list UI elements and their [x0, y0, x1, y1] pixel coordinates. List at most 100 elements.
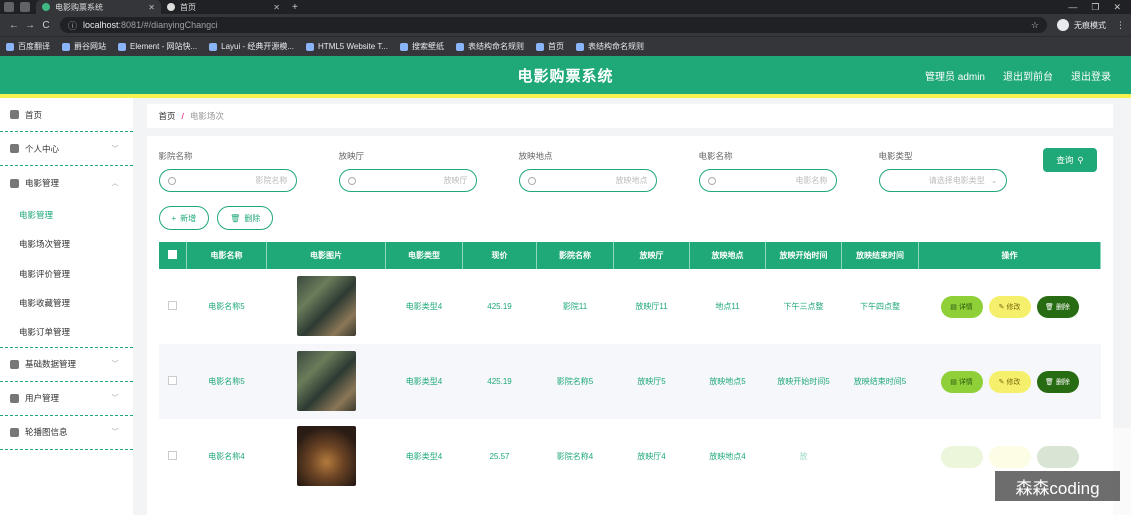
close-window-icon[interactable]: ✕	[1113, 2, 1121, 13]
movie-type-select[interactable]: 请选择电影类型 ⌄	[878, 169, 1007, 192]
sidebar-subitem-order[interactable]: 电影订单管理	[0, 318, 133, 348]
table-row: 电影名称5 电影类型4 425.19 影院11 放映厅11 地点11 下午三点整…	[159, 269, 1101, 344]
bookmarks-bar: 百度翻译 爵谷网站 Element - 网站快... Layui - 经典开源模…	[0, 36, 1131, 56]
cinema-name-input[interactable]: 影院名称	[158, 169, 297, 192]
filter-label: 放映厅	[338, 151, 365, 161]
hall-input[interactable]: 放映厅	[338, 169, 477, 192]
delete-button[interactable]: 🗑 删除	[1036, 295, 1079, 318]
user-icon	[10, 144, 19, 153]
sidebar-item-personal[interactable]: 个人中心 ﹀	[0, 132, 133, 166]
back-icon[interactable]: ←	[6, 20, 22, 31]
bookmark-item[interactable]: 搜索壁纸	[399, 41, 444, 52]
delete-button[interactable]: 🗑 删除	[1036, 370, 1079, 393]
row-checkbox[interactable]	[168, 376, 177, 385]
action-buttons: + 新增 🗑 删除	[158, 206, 1102, 230]
trash-icon: 🗑	[230, 213, 241, 223]
address-bar: ← → C ⓘ localhost:8081/#/dianyingChangci…	[0, 14, 1131, 36]
sidebar-subitem-movie[interactable]: 电影管理	[0, 200, 133, 230]
cell-place: 放映地点5	[689, 344, 766, 419]
tab-list-icon[interactable]	[20, 2, 30, 12]
detail-button[interactable]: ▤ 详情	[940, 295, 983, 318]
users-icon	[10, 393, 19, 403]
detail-label: 详情	[958, 303, 973, 311]
bookmark-label: Layui - 经典开源模...	[221, 42, 295, 51]
edit-label: 修改	[1006, 378, 1021, 386]
detail-button[interactable]: ▤ 详情	[940, 370, 983, 393]
row-select-cell	[159, 269, 187, 344]
url-host: localhost	[83, 20, 119, 30]
select-all-checkbox[interactable]	[167, 250, 177, 259]
sidebar-subitem-favorite[interactable]: 电影收藏管理	[0, 289, 133, 319]
bookmark-item[interactable]: Element - 网站快...	[118, 41, 197, 52]
cell-start-time: 下午三点整	[783, 302, 824, 311]
new-tab-icon[interactable]: +	[292, 2, 298, 13]
bookmark-icon	[399, 42, 408, 51]
search-icon	[167, 176, 176, 185]
bookmark-label: 百度翻译	[18, 42, 50, 51]
batch-delete-button[interactable]: 🗑 删除	[217, 206, 274, 230]
cell-actions: ▤ 详情 ✎ 修改 🗑 删除	[918, 344, 1101, 419]
sidebar-subitem-review[interactable]: 电影评价管理	[0, 259, 133, 289]
sidebar-item-users[interactable]: 用户管理 ﹀	[0, 382, 133, 416]
filter-label: 放映地点	[518, 151, 553, 161]
cell-movie-name: 电影名称5	[208, 302, 245, 311]
place-input[interactable]: 放映地点	[518, 169, 657, 192]
app-title: 电影购票系统	[517, 67, 614, 85]
back-to-frontend-link[interactable]: 退出到前台	[1003, 68, 1053, 83]
row-checkbox[interactable]	[168, 301, 177, 310]
bookmark-item[interactable]: 表结构命名规则	[575, 41, 644, 52]
edit-button[interactable]: ✎ 修改	[988, 370, 1031, 393]
forward-icon[interactable]: →	[22, 20, 38, 31]
bookmark-label: 首页	[547, 42, 564, 51]
search-icon	[707, 176, 716, 185]
close-tab-icon[interactable]: ✕	[148, 3, 155, 12]
close-tab-icon[interactable]: ✕	[273, 3, 280, 12]
table-header-row: 电影名称 电影图片 电影类型 现价 影院名称 放映厅 放映地点 放映开始时间 放…	[158, 242, 1101, 269]
sidebar-item-carousel[interactable]: 轮播图信息 ﹀	[0, 416, 133, 450]
incognito-avatar-icon	[1057, 19, 1069, 31]
minimize-icon[interactable]: —	[1068, 2, 1077, 13]
browser-tab-active[interactable]: 电影购票系统 ✕	[36, 0, 161, 14]
bookmark-label: HTML5 Website T...	[318, 42, 388, 51]
bookmark-star-icon[interactable]: ☆	[1031, 20, 1039, 31]
browser-tab[interactable]: 首页 ✕	[161, 0, 286, 14]
bookmark-item[interactable]: Layui - 经典开源模...	[209, 41, 294, 52]
chevron-down-icon: ﹀	[111, 145, 119, 153]
bookmark-item[interactable]: 表结构命名规则	[455, 41, 524, 52]
header-right: 管理员 admin 退出到前台 退出登录	[925, 56, 1111, 94]
chevron-up-icon: ︿	[111, 180, 119, 187]
row-checkbox[interactable]	[168, 451, 177, 460]
movie-name-input[interactable]: 电影名称	[698, 169, 837, 192]
url-field[interactable]: ⓘ localhost:8081/#/dianyingChangci ☆	[60, 17, 1047, 33]
input-placeholder: 放映地点	[615, 176, 648, 185]
filter-label: 电影类型	[878, 151, 913, 161]
sidebar: 首页 个人中心 ﹀ 电影管理 ︿ 电影管理 电影场次管理 电影评价管理 电影收藏…	[0, 98, 133, 515]
query-button[interactable]: 查询 ⚲	[1043, 148, 1097, 172]
column-header: 放映厅	[613, 242, 690, 269]
bookmark-item[interactable]: HTML5 Website T...	[306, 42, 388, 51]
incognito-indicator[interactable]: 无痕模式	[1057, 19, 1106, 31]
reload-icon[interactable]: C	[38, 20, 54, 31]
restore-icon[interactable]: ❐	[1091, 2, 1099, 13]
bookmark-item[interactable]: 首页	[535, 41, 564, 52]
browser-menu-icon[interactable]	[4, 2, 14, 12]
sidebar-item-home[interactable]: 首页	[0, 98, 133, 132]
cell-price: 425.19	[487, 302, 512, 311]
bookmark-icon	[6, 42, 14, 51]
breadcrumb-home[interactable]: 首页	[159, 110, 176, 122]
sidebar-item-basic-data[interactable]: 基础数据管理 ﹀	[0, 348, 133, 382]
cell-poster	[267, 269, 386, 344]
bookmark-icon	[118, 42, 126, 51]
sidebar-item-movie-mgmt[interactable]: 电影管理 ︿	[0, 166, 133, 200]
edit-button[interactable]: ✎ 修改	[988, 295, 1031, 318]
logout-link[interactable]: 退出登录	[1071, 68, 1111, 83]
column-header: 操作	[918, 242, 1101, 269]
cell-hall: 放映厅11	[635, 302, 668, 311]
sidebar-subitem-schedule[interactable]: 电影场次管理	[0, 230, 133, 260]
bookmark-item[interactable]: 百度翻译	[6, 41, 50, 52]
more-menu-icon[interactable]: ⋮	[1116, 20, 1125, 31]
bookmark-item[interactable]: 爵谷网站	[62, 41, 106, 52]
column-header: 现价	[462, 242, 537, 269]
add-button[interactable]: + 新增	[158, 206, 210, 230]
bookmark-label: 搜索壁纸	[411, 42, 444, 51]
